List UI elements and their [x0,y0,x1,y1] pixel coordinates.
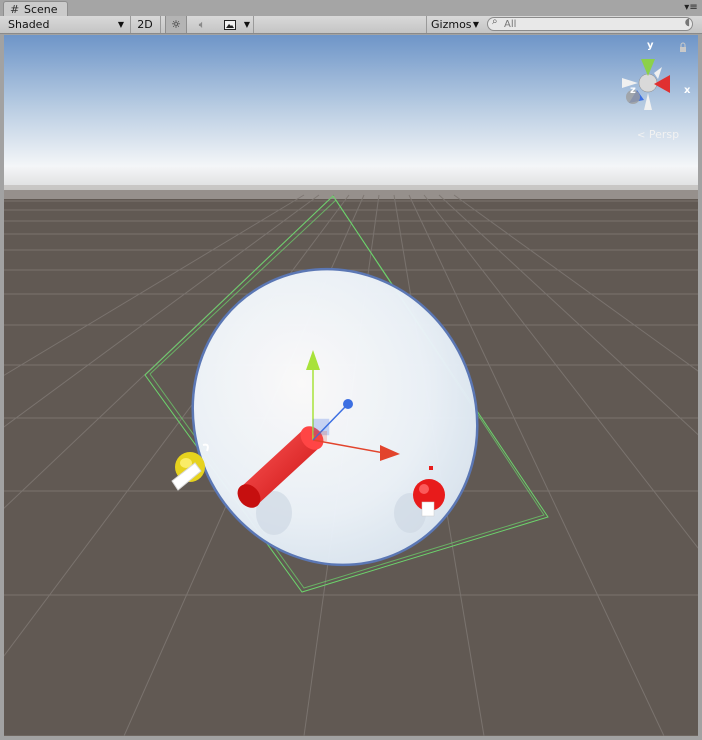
draw-mode-dropdown[interactable]: Shaded ▼ [8,16,126,33]
gizmo-x-label[interactable]: x [684,85,690,96]
chevron-down-icon: ▼ [472,20,479,29]
divider [130,16,131,33]
divider [426,16,427,33]
menu-icon[interactable]: ▾≡ [684,2,698,14]
lock-icon [680,47,686,52]
gizmo-y-label[interactable]: y [647,40,654,51]
effects-dropdown[interactable]: ▼ [242,16,252,33]
clear-search-icon[interactable]: ◖ [685,17,690,28]
2d-mode-button[interactable]: 2D [134,16,156,33]
gizmo-z-label[interactable]: z [630,85,636,96]
chevron-down-icon: ▼ [117,20,124,29]
scene-toolbar: Shaded ▼ 2D ☼ 🔈︎ ▼ Gizmos ▼ ⌕ ◖ [0,16,702,34]
search-field[interactable]: ⌕ ◖ [487,16,693,31]
gizmos-label: Gizmos [431,18,472,31]
orientation-center [638,73,658,93]
tab-label: Scene [24,3,58,16]
scene-viewport[interactable]: y x z < Persp [4,35,698,736]
scene-audio-button[interactable]: 🔈︎ [190,16,214,33]
speaker-icon: 🔈︎ [198,18,206,31]
sky [4,35,698,195]
draw-mode-label: Shaded [8,18,50,31]
divider [160,16,161,33]
image-icon [224,20,236,30]
divider [253,16,254,33]
search-input[interactable] [504,18,674,30]
gizmos-dropdown[interactable]: Gizmos ▼ [431,16,479,33]
z-axis-arrow [343,399,353,409]
scene-effects-button[interactable] [219,16,241,33]
chevron-left-icon: < [637,130,646,141]
projection-label: Persp [648,128,680,141]
grid-icon: # [10,3,20,16]
tab-bar: # Scene ▾≡ [0,0,702,17]
scene-lighting-button[interactable]: ☼ [165,16,187,33]
search-icon: ⌕ [492,16,498,27]
tab-scene[interactable]: # Scene [3,1,68,17]
sun-icon: ☼ [171,18,181,31]
projection-toggle[interactable]: < Persp [637,128,679,141]
